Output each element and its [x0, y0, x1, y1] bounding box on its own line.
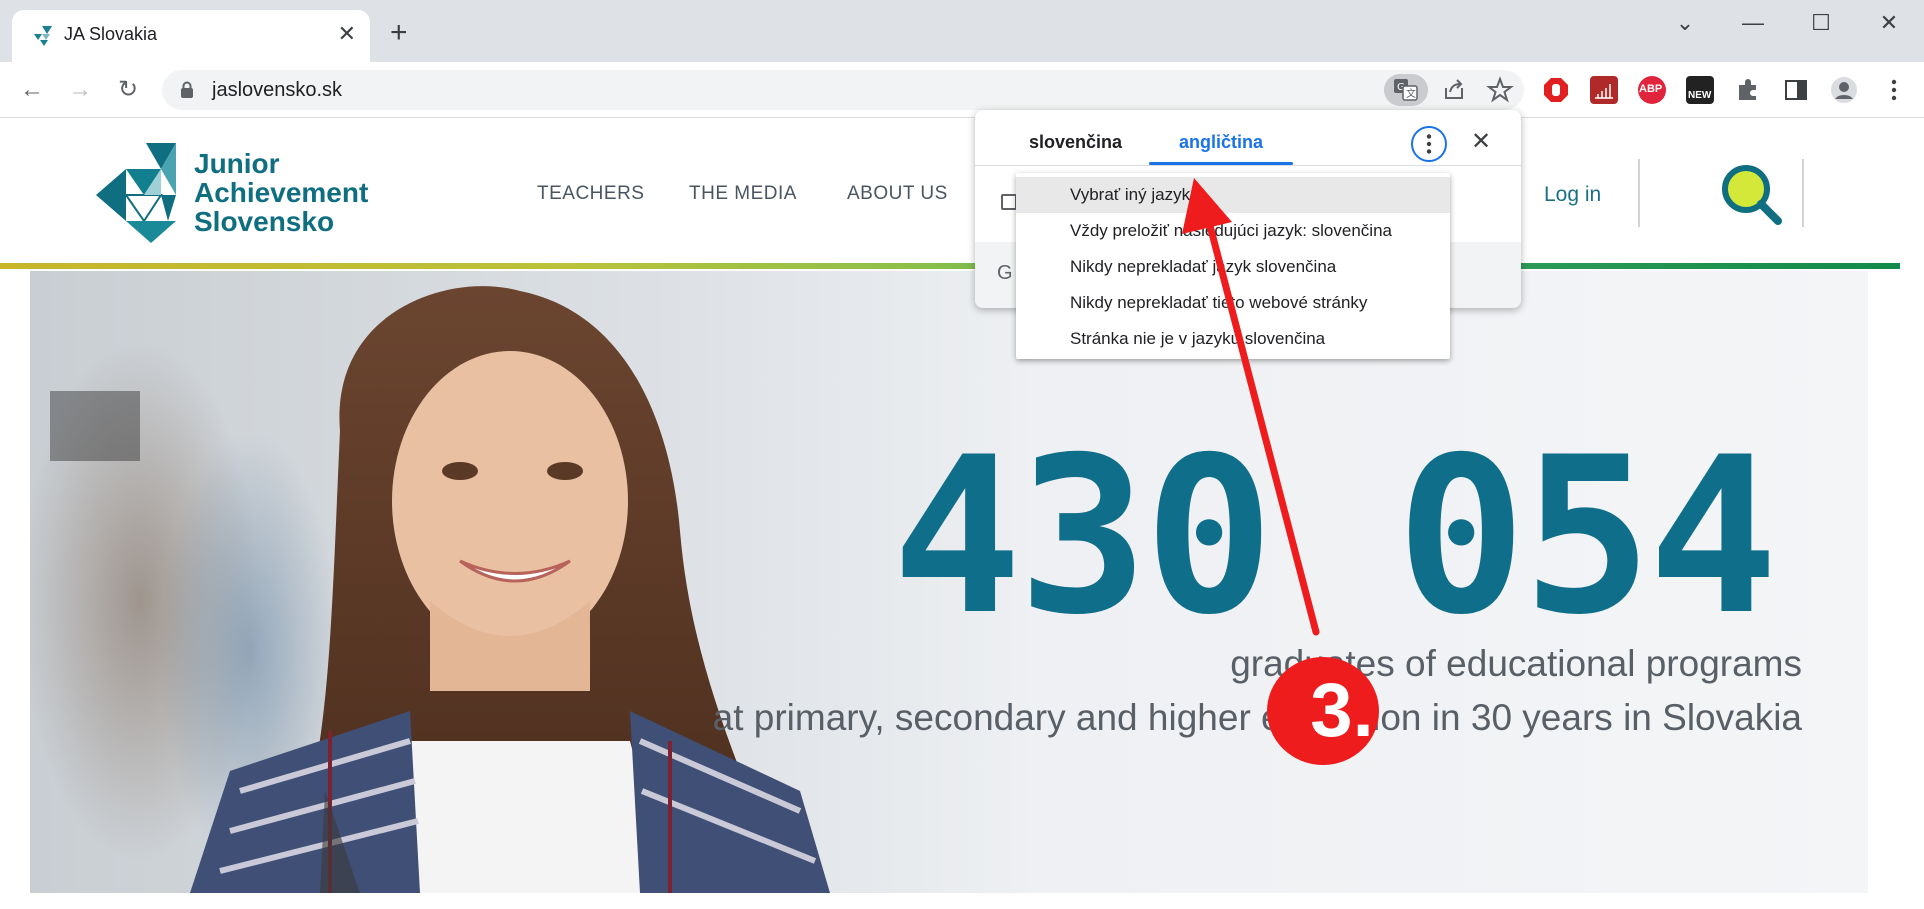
logo-text[interactable]: Junior Achievement Slovensko: [194, 149, 368, 236]
new-extension-icon[interactable]: NEW: [1686, 76, 1714, 104]
search-icon[interactable]: [1720, 163, 1782, 225]
svg-text:文: 文: [1406, 87, 1416, 100]
logo-line-junior: Junior: [194, 148, 280, 179]
browser-toolbar: ← → ↻ jaslovensko.sk G 文 ABP NEW: [0, 62, 1924, 118]
kebab-menu-icon[interactable]: [1880, 76, 1908, 104]
translate-icon[interactable]: G 文: [1384, 74, 1428, 106]
popup-close-icon[interactable]: ✕: [1471, 124, 1491, 160]
menu-item-never-translate-language[interactable]: Nikdy neprekladať jazyk slovenčina: [1016, 249, 1450, 285]
tab-ja-slovakia[interactable]: JA Slovakia ✕: [12, 10, 370, 62]
tab-strip: JA Slovakia ✕ + ⌄ — ☐ ✕: [0, 0, 1924, 62]
nav-the-media[interactable]: THE MEDIA: [689, 183, 797, 205]
reload-icon[interactable]: ↻: [112, 74, 144, 106]
header-divider: [1802, 159, 1804, 227]
kebab-menu-icon: [1426, 134, 1432, 154]
menu-item-never-translate-site[interactable]: Nikdy neprekladať tieto webové stránky: [1016, 285, 1450, 321]
hero-banner: 430 054 graduates of educational program…: [30, 271, 1868, 893]
nav-teachers[interactable]: TEACHERS: [537, 183, 644, 205]
puzzle-icon[interactable]: [1734, 76, 1762, 104]
popup-divider: [975, 165, 1521, 166]
annotation-step-label: 3.: [1310, 668, 1374, 753]
menu-item-always-translate[interactable]: Vždy preložiť nasledujúci jazyk: slovenč…: [1016, 213, 1450, 249]
tab-title: JA Slovakia: [64, 24, 158, 44]
ja-favicon-icon: [34, 26, 52, 46]
share-icon[interactable]: [1440, 76, 1468, 104]
sidepanel-icon[interactable]: [1782, 76, 1810, 104]
profile-icon[interactable]: [1830, 76, 1858, 104]
address-bar[interactable]: jaslovensko.sk G 文: [162, 70, 1524, 110]
back-icon[interactable]: ←: [16, 74, 48, 106]
stop-extension-icon[interactable]: [1542, 76, 1570, 104]
abp-icon[interactable]: ABP: [1638, 76, 1666, 104]
header-gradient-bar: [0, 263, 1900, 269]
lock-icon: [181, 81, 193, 98]
maximize-icon[interactable]: ☐: [1806, 8, 1836, 38]
site-header: Junior Achievement Slovensko TEACHERS TH…: [0, 119, 1924, 269]
forward-icon[interactable]: →: [64, 74, 96, 106]
google-translate-brand: G: [997, 262, 1013, 284]
star-icon[interactable]: [1486, 76, 1514, 104]
web-page: Junior Achievement Slovensko TEACHERS TH…: [0, 119, 1924, 909]
logo-line-slovensko: Slovensko: [194, 206, 335, 237]
more-options-button[interactable]: [1411, 126, 1447, 162]
graduates-count: 430 054: [892, 411, 1778, 662]
window-close-icon[interactable]: ✕: [1874, 8, 1904, 38]
ja-logo-mark[interactable]: [96, 143, 186, 243]
menu-item-not-in-language[interactable]: Stránka nie je v jazyku slovenčina: [1016, 321, 1450, 357]
checkbox[interactable]: [1001, 194, 1017, 210]
tab-source-language[interactable]: slovenčina: [1029, 132, 1122, 153]
nav-about-us[interactable]: ABOUT US: [847, 183, 948, 205]
new-tab-button[interactable]: +: [390, 18, 408, 48]
translate-options-menu: Vybrať iný jazyk Vždy preložiť nasledujú…: [1016, 173, 1450, 359]
login-link[interactable]: Log in: [1544, 183, 1601, 207]
minimize-icon[interactable]: —: [1738, 8, 1768, 38]
url-text[interactable]: jaslovensko.sk: [212, 79, 342, 102]
tab-close-icon[interactable]: ✕: [338, 22, 356, 46]
hero-subtitle-line2: at primary, secondary and higher educati…: [712, 697, 1802, 738]
header-divider: [1638, 159, 1640, 227]
menu-item-choose-other-language[interactable]: Vybrať iný jazyk: [1016, 177, 1450, 213]
signal-extension-icon[interactable]: [1590, 76, 1618, 104]
tab-search-icon[interactable]: ⌄: [1670, 8, 1700, 38]
logo-line-achievement: Achievement: [194, 177, 369, 208]
tab-target-language[interactable]: angličtina: [1179, 132, 1263, 153]
